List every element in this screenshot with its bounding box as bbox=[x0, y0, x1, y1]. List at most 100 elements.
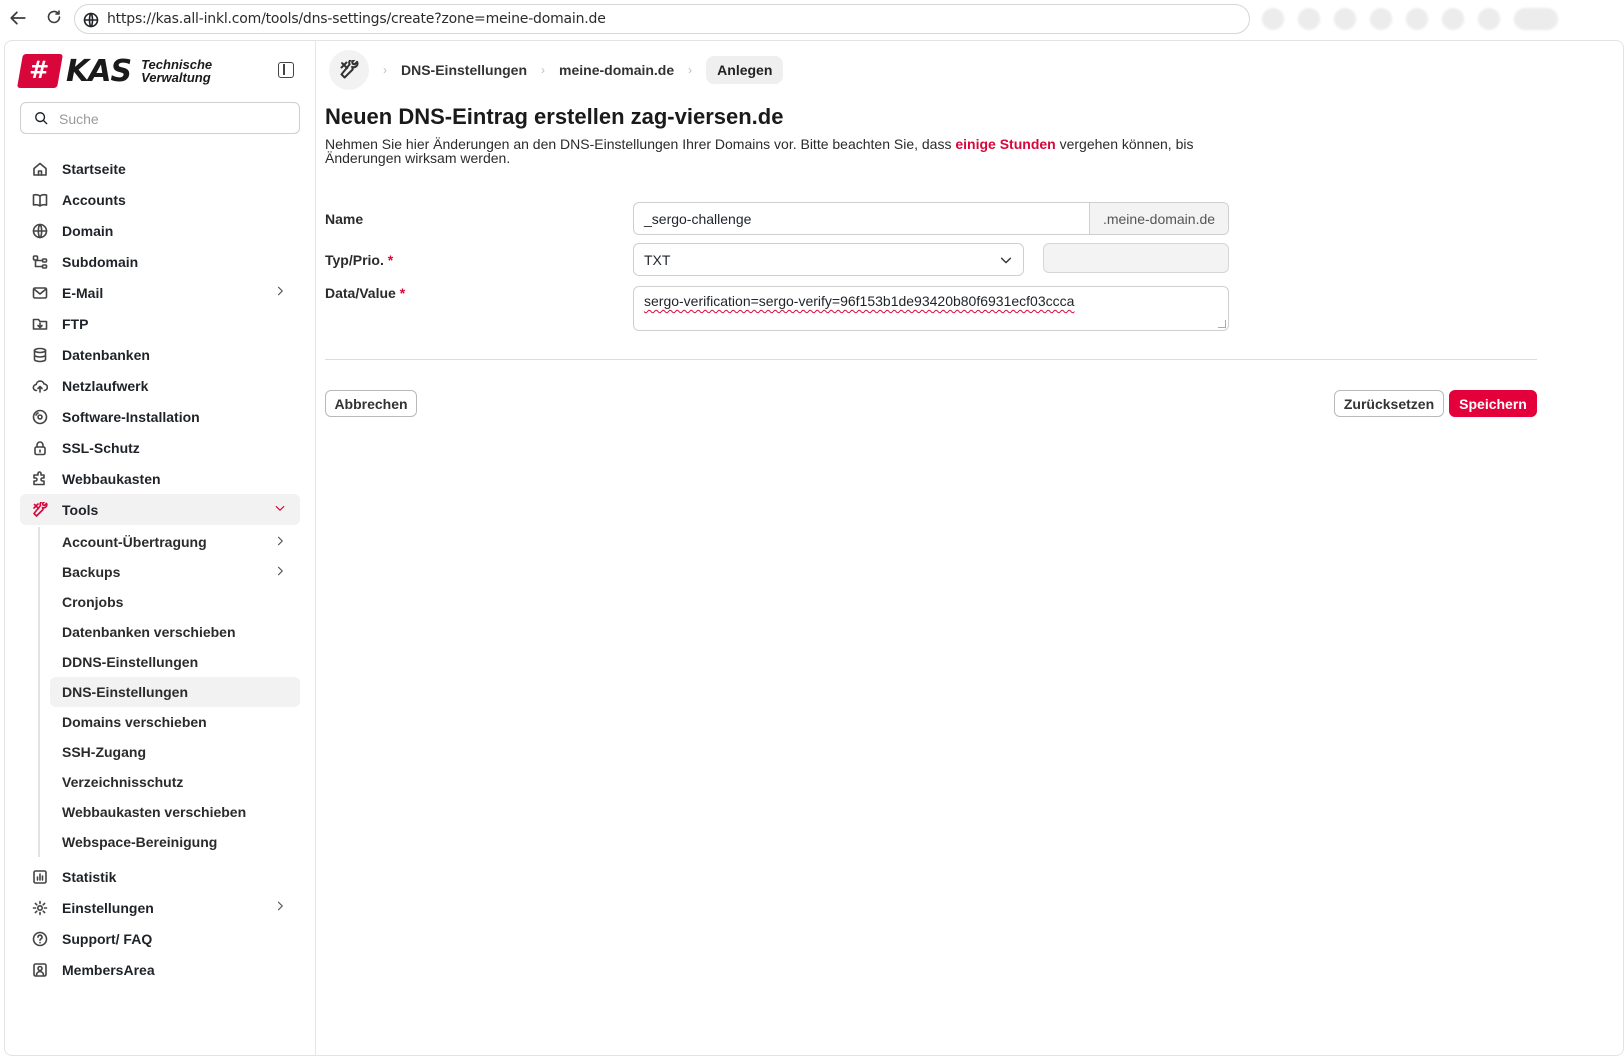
menu-item-startseite[interactable]: Startseite bbox=[20, 153, 300, 184]
tools-icon bbox=[32, 501, 48, 518]
logo-mark bbox=[17, 54, 63, 88]
reset-button[interactable]: Zurücksetzen bbox=[1334, 390, 1444, 417]
breadcrumb: › DNS-Einstellungen › meine-domain.de › … bbox=[329, 50, 784, 90]
database-icon bbox=[32, 347, 48, 363]
menu-item-tools[interactable]: Tools bbox=[20, 494, 300, 525]
data-value-textarea[interactable]: sergo-verification=sergo-verify=96f153b1… bbox=[633, 286, 1229, 331]
subdomain-icon bbox=[32, 254, 48, 270]
submenu-item-webbaukasten-verschieben[interactable]: Webbaukasten verschieben bbox=[50, 797, 300, 827]
form-divider bbox=[325, 359, 1537, 360]
data-value-label: Data/Value * bbox=[325, 285, 405, 301]
menu-item-label: Startseite bbox=[62, 160, 126, 177]
submenu-item-ssh-zugang[interactable]: SSH-Zugang bbox=[50, 737, 300, 767]
extension-icon[interactable] bbox=[1406, 8, 1428, 30]
menu-item-email[interactable]: E-Mail bbox=[20, 277, 300, 308]
description-highlight-link[interactable]: einige Stunden bbox=[955, 136, 1055, 152]
chart-icon bbox=[32, 869, 48, 885]
chevron-right-icon bbox=[274, 285, 286, 300]
extension-icon[interactable] bbox=[1478, 8, 1500, 30]
home-icon bbox=[32, 161, 48, 177]
menu-item-membersarea[interactable]: MembersArea bbox=[20, 954, 300, 985]
disc-icon bbox=[32, 409, 48, 425]
prio-field[interactable] bbox=[1043, 243, 1229, 273]
menu-item-webbaukasten[interactable]: Webbaukasten bbox=[20, 463, 300, 494]
extension-icon[interactable] bbox=[1334, 8, 1356, 30]
menu-item-statistik[interactable]: Statistik bbox=[20, 861, 300, 892]
menu-item-label: Software-Installation bbox=[62, 408, 200, 425]
menu-item-netzlaufwerk[interactable]: Netzlaufwerk bbox=[20, 370, 300, 401]
submenu-item-label: Cronjobs bbox=[62, 594, 124, 610]
globe-icon bbox=[83, 12, 99, 28]
submenu-item-label: Webbaukasten verschieben bbox=[62, 804, 247, 820]
url-text: https://kas.all-inkl.com/tools/dns-setti… bbox=[107, 11, 606, 27]
menu-item-einstellungen[interactable]: Einstellungen bbox=[20, 892, 300, 923]
submenu-item-label: SSH-Zugang bbox=[62, 744, 146, 760]
submenu-item-verzeichnisschutz[interactable]: Verzeichnisschutz bbox=[50, 767, 300, 797]
submenu-item-dns-einstellungen[interactable]: DNS-Einstellungen bbox=[50, 677, 300, 707]
extension-icon[interactable] bbox=[1298, 8, 1320, 30]
browser-toolbar: https://kas.all-inkl.com/tools/dns-setti… bbox=[0, 0, 1624, 38]
extension-icon[interactable] bbox=[1370, 8, 1392, 30]
menu-item-subdomain[interactable]: Subdomain bbox=[20, 246, 300, 277]
page-title: Neuen DNS-Eintrag erstellen zag-viersen.… bbox=[325, 104, 784, 129]
breadcrumb-separator-icon: › bbox=[383, 63, 387, 77]
book-icon bbox=[32, 192, 48, 208]
required-mark: * bbox=[387, 252, 394, 268]
breadcrumb-dns-einstellungen[interactable]: DNS-Einstellungen bbox=[401, 62, 527, 78]
data-value-label-text: Data/Value bbox=[325, 285, 396, 301]
search-input[interactable] bbox=[59, 109, 289, 129]
cloud-upload-icon bbox=[32, 378, 48, 394]
submenu-item-account-uebertragung[interactable]: Account-Übertragung bbox=[50, 527, 300, 557]
save-button[interactable]: Speichern bbox=[1449, 390, 1537, 417]
back-icon[interactable] bbox=[8, 9, 28, 29]
menu-item-label: Subdomain bbox=[62, 253, 139, 270]
type-select[interactable]: TXT bbox=[633, 243, 1024, 276]
logo-text: KAS bbox=[66, 53, 132, 89]
kas-logo[interactable]: KAS Technische Verwaltung bbox=[17, 53, 212, 89]
type-value: TXT bbox=[644, 252, 671, 268]
submenu-item-label: DNS-Einstellungen bbox=[62, 684, 189, 700]
gear-icon bbox=[32, 900, 48, 916]
name-label: Name bbox=[325, 211, 364, 227]
submenu-item-cronjobs[interactable]: Cronjobs bbox=[50, 587, 300, 617]
resize-handle-icon[interactable] bbox=[1218, 320, 1226, 328]
extension-icon[interactable] bbox=[1442, 8, 1464, 30]
name-field[interactable]: _sergo-challenge .meine-domain.de bbox=[633, 202, 1229, 235]
menu-item-label: Accounts bbox=[62, 191, 126, 208]
address-bar[interactable]: https://kas.all-inkl.com/tools/dns-setti… bbox=[74, 4, 1250, 34]
menu-item-domain[interactable]: Domain bbox=[20, 215, 300, 246]
submenu-item-label: DDNS-Einstellungen bbox=[62, 654, 199, 670]
submenu-item-backups[interactable]: Backups bbox=[50, 557, 300, 587]
page-description: Nehmen Sie hier Änderungen an den DNS-Ei… bbox=[325, 137, 1225, 165]
user-icon bbox=[32, 962, 48, 978]
submenu-item-domains-verschieben[interactable]: Domains verschieben bbox=[50, 707, 300, 737]
extension-icon[interactable] bbox=[1514, 8, 1558, 30]
menu-item-label: Support/ FAQ bbox=[62, 930, 153, 947]
breadcrumb-separator-icon: › bbox=[688, 63, 693, 77]
tools-home-icon[interactable] bbox=[329, 50, 369, 90]
extension-icon[interactable] bbox=[1262, 8, 1284, 30]
cancel-button[interactable]: Abbrechen bbox=[325, 390, 417, 417]
sidebar-toggle-icon[interactable] bbox=[278, 62, 294, 78]
reload-icon[interactable] bbox=[44, 9, 64, 29]
menu-item-software-installation[interactable]: Software-Installation bbox=[20, 401, 300, 432]
menu-item-label: Statistik bbox=[62, 868, 117, 885]
menu-item-support-faq[interactable]: Support/ FAQ bbox=[20, 923, 300, 954]
submenu-item-ddns-einstellungen[interactable]: DDNS-Einstellungen bbox=[50, 647, 300, 677]
submenu-item-webspace-bereinigung[interactable]: Webspace-Bereinigung bbox=[50, 827, 300, 857]
menu-item-ftp[interactable]: FTP bbox=[20, 308, 300, 339]
chevron-down-icon bbox=[274, 502, 286, 517]
globe-icon bbox=[32, 223, 48, 239]
help-icon bbox=[32, 931, 48, 947]
menu-item-ssl-schutz[interactable]: SSL-Schutz bbox=[20, 432, 300, 463]
lock-icon bbox=[32, 440, 48, 456]
menu-item-label: Netzlaufwerk bbox=[62, 377, 149, 394]
menu-item-label: Tools bbox=[62, 501, 99, 518]
type-prio-label: Typ/Prio. * bbox=[325, 252, 393, 268]
submenu-item-label: Verzeichnisschutz bbox=[62, 774, 184, 790]
submenu-item-datenbanken-verschieben[interactable]: Datenbanken verschieben bbox=[50, 617, 300, 647]
menu-item-datenbanken[interactable]: Datenbanken bbox=[20, 339, 300, 370]
breadcrumb-domain[interactable]: meine-domain.de bbox=[559, 62, 674, 78]
menu-item-accounts[interactable]: Accounts bbox=[20, 184, 300, 215]
data-value-text: sergo-verification=sergo-verify=96f153b1… bbox=[644, 293, 1075, 309]
